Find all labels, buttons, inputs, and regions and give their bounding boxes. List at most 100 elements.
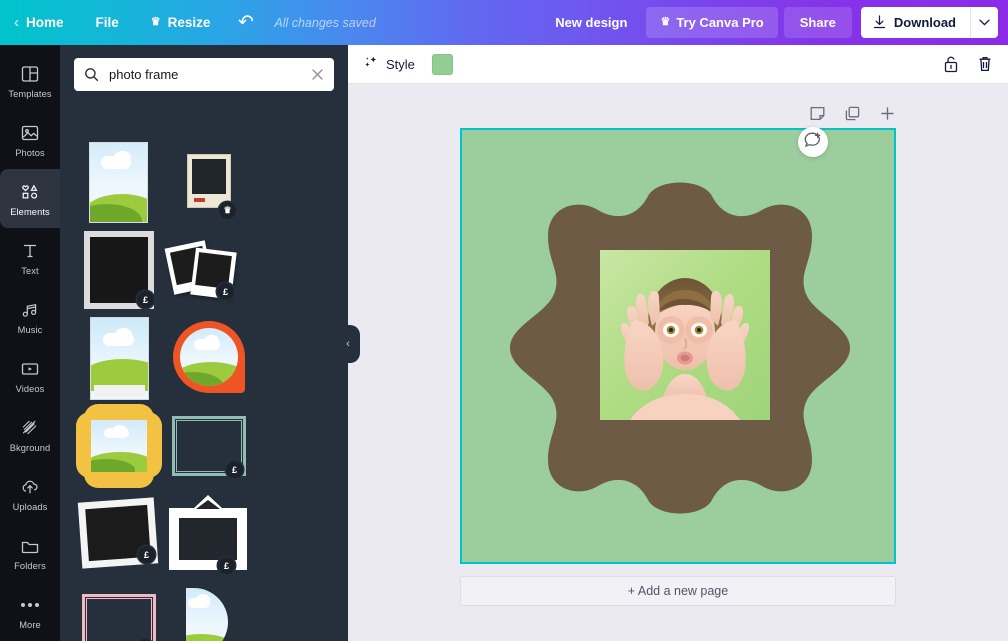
element-thumbnail[interactable] xyxy=(166,316,252,402)
save-status: All changes saved xyxy=(274,15,376,30)
sidebar-item-text[interactable]: Text xyxy=(0,228,60,287)
undo-button[interactable]: ↷ xyxy=(226,0,266,45)
left-sidebar: Templates Photos Elements Text Music Vid… xyxy=(0,45,60,641)
sparkle-icon xyxy=(363,55,379,74)
workspace: Style + Add a new page xyxy=(348,45,1008,641)
background-icon xyxy=(19,417,41,439)
design-canvas[interactable] xyxy=(460,128,896,564)
elements-panel: ♛ £ £ £ £ £ photo frame xyxy=(60,45,348,641)
photos-icon xyxy=(19,122,41,144)
search-icon xyxy=(84,67,99,82)
element-thumbnail[interactable]: £ xyxy=(76,492,162,578)
duplicate-icon[interactable] xyxy=(844,105,861,122)
download-button[interactable]: Download xyxy=(861,7,970,38)
search-area: photo frame xyxy=(60,45,348,100)
sidebar-label: Text xyxy=(21,265,39,276)
new-design-button[interactable]: New design xyxy=(542,8,640,37)
download-label: Download xyxy=(893,15,956,30)
try-canva-pro-button[interactable]: ♛ Try Canva Pro xyxy=(646,7,778,38)
trash-icon[interactable] xyxy=(977,55,993,73)
sidebar-item-elements[interactable]: Elements xyxy=(0,169,60,228)
price-badge: £ xyxy=(217,283,234,300)
sidebar-item-music[interactable]: Music xyxy=(0,287,60,346)
download-icon xyxy=(873,14,886,31)
notes-icon[interactable] xyxy=(809,105,826,122)
templates-icon xyxy=(19,63,41,85)
element-thumbnail[interactable] xyxy=(166,580,252,641)
price-badge: £ xyxy=(138,546,155,563)
element-thumbnail[interactable] xyxy=(76,140,162,226)
element-thumbnail[interactable]: ♛ xyxy=(166,140,252,226)
element-thumbnail[interactable]: £ xyxy=(166,492,252,578)
sidebar-item-templates[interactable]: Templates xyxy=(0,51,60,110)
sidebar-item-photos[interactable]: Photos xyxy=(0,110,60,169)
style-toolbar: Style xyxy=(348,45,1008,84)
crown-icon: ♛ xyxy=(150,16,161,28)
top-bar-left: ‹ Home File ♛ Resize ↷ All changes saved xyxy=(0,0,376,45)
style-toolbar-right xyxy=(943,55,993,73)
sidebar-label: More xyxy=(19,619,41,630)
element-thumbnail[interactable] xyxy=(76,316,162,402)
element-thumbnail[interactable]: £ xyxy=(166,404,252,490)
sidebar-label: Folders xyxy=(14,560,46,571)
chevron-left-icon: ‹ xyxy=(346,338,350,350)
chevron-left-icon: ‹ xyxy=(14,14,19,31)
uploads-icon xyxy=(19,476,41,498)
resize-button[interactable]: ♛ Resize xyxy=(135,0,227,45)
crown-icon: ♛ xyxy=(660,16,671,28)
sidebar-item-videos[interactable]: Videos xyxy=(0,346,60,405)
collapse-panel-button[interactable]: ‹ xyxy=(336,325,360,363)
element-thumbnail[interactable]: £ xyxy=(164,228,252,314)
home-button[interactable]: ‹ Home xyxy=(0,0,80,45)
canva-editor: ‹ Home File ♛ Resize ↷ All changes saved… xyxy=(0,0,1008,641)
style-button[interactable]: Style xyxy=(363,55,415,74)
file-menu-button[interactable]: File xyxy=(80,0,135,45)
search-input[interactable]: photo frame xyxy=(74,58,334,91)
videos-icon xyxy=(19,358,41,380)
sidebar-label: Uploads xyxy=(12,501,48,512)
resize-label: Resize xyxy=(167,15,211,30)
sidebar-item-folders[interactable]: Folders xyxy=(0,523,60,582)
page-actions xyxy=(809,105,896,122)
sidebar-label: Elements xyxy=(10,206,50,217)
element-thumbnail[interactable]: £ xyxy=(76,228,162,314)
download-group: Download xyxy=(860,7,998,38)
close-icon[interactable] xyxy=(311,68,324,81)
add-comment-button[interactable] xyxy=(798,127,828,157)
sidebar-label: Music xyxy=(17,324,43,335)
sidebar-item-more[interactable]: More xyxy=(0,582,60,641)
plus-icon[interactable] xyxy=(879,105,896,122)
text-icon xyxy=(19,240,41,262)
top-bar-right: New design ♛ Try Canva Pro Share Downloa… xyxy=(542,7,1008,38)
element-thumbnail[interactable]: £ xyxy=(76,580,162,641)
share-button[interactable]: Share xyxy=(783,7,852,38)
file-label: File xyxy=(95,15,119,30)
price-badge: £ xyxy=(218,557,235,574)
color-swatch[interactable] xyxy=(431,53,453,75)
sidebar-label: Photos xyxy=(15,147,45,158)
element-thumbnail[interactable] xyxy=(76,404,162,490)
add-new-page-button[interactable]: + Add a new page xyxy=(460,576,896,606)
sidebar-item-background[interactable]: Bkground xyxy=(0,405,60,464)
try-pro-label: Try Canva Pro xyxy=(676,15,764,30)
lock-icon[interactable] xyxy=(943,55,959,73)
pro-badge: ♛ xyxy=(219,202,236,219)
music-icon xyxy=(19,299,41,321)
elements-icon xyxy=(19,181,41,203)
results-scroll-area[interactable]: ♛ £ £ £ £ £ xyxy=(60,100,348,641)
search-value: photo frame xyxy=(109,67,179,82)
add-comment-icon xyxy=(804,131,822,154)
price-badge: £ xyxy=(137,291,154,308)
undo-icon: ↷ xyxy=(238,12,255,33)
selection-outline xyxy=(460,128,896,564)
top-bar: ‹ Home File ♛ Resize ↷ All changes saved… xyxy=(0,0,1008,45)
home-label: Home xyxy=(26,15,64,30)
download-options-caret[interactable] xyxy=(970,7,998,38)
folders-icon xyxy=(19,535,41,557)
results-grid: ♛ £ £ £ £ £ xyxy=(60,100,348,641)
sidebar-item-uploads[interactable]: Uploads xyxy=(0,464,60,523)
style-label: Style xyxy=(386,56,415,72)
more-icon xyxy=(21,594,39,616)
price-badge: £ xyxy=(226,461,243,478)
sidebar-label: Bkground xyxy=(9,442,51,453)
